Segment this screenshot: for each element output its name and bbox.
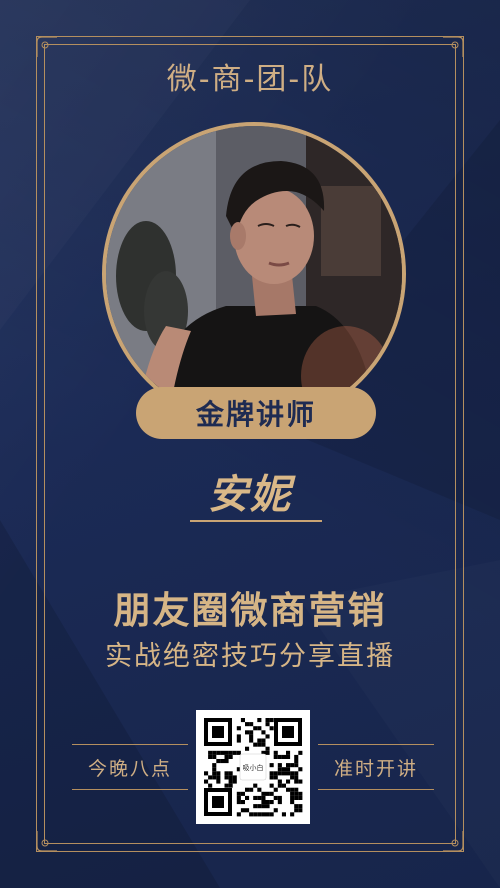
- portrait-image: [106, 126, 402, 422]
- event-headline: 朋友圈微商营销: [113, 589, 387, 632]
- schedule-start-label: 准时开讲: [318, 744, 434, 790]
- qr-code-image: 吸小白: [204, 718, 303, 817]
- title-badge: 金牌讲师: [136, 387, 376, 439]
- corner-ornament-bottom-right: [443, 831, 464, 852]
- team-title: 微-商-团-队: [166, 62, 334, 97]
- qr-center-label: 吸小白: [243, 763, 264, 772]
- avatar: [106, 126, 402, 422]
- event-subline: 实战绝密技巧分享直播: [105, 641, 395, 672]
- corner-ornament-bottom-left: [36, 831, 57, 852]
- avatar-ring: [102, 122, 406, 426]
- speaker-name: 安妮: [208, 472, 292, 518]
- qr-code[interactable]: 吸小白: [196, 710, 310, 824]
- schedule-time-label: 今晚八点: [72, 744, 188, 790]
- name-underline: [190, 520, 322, 522]
